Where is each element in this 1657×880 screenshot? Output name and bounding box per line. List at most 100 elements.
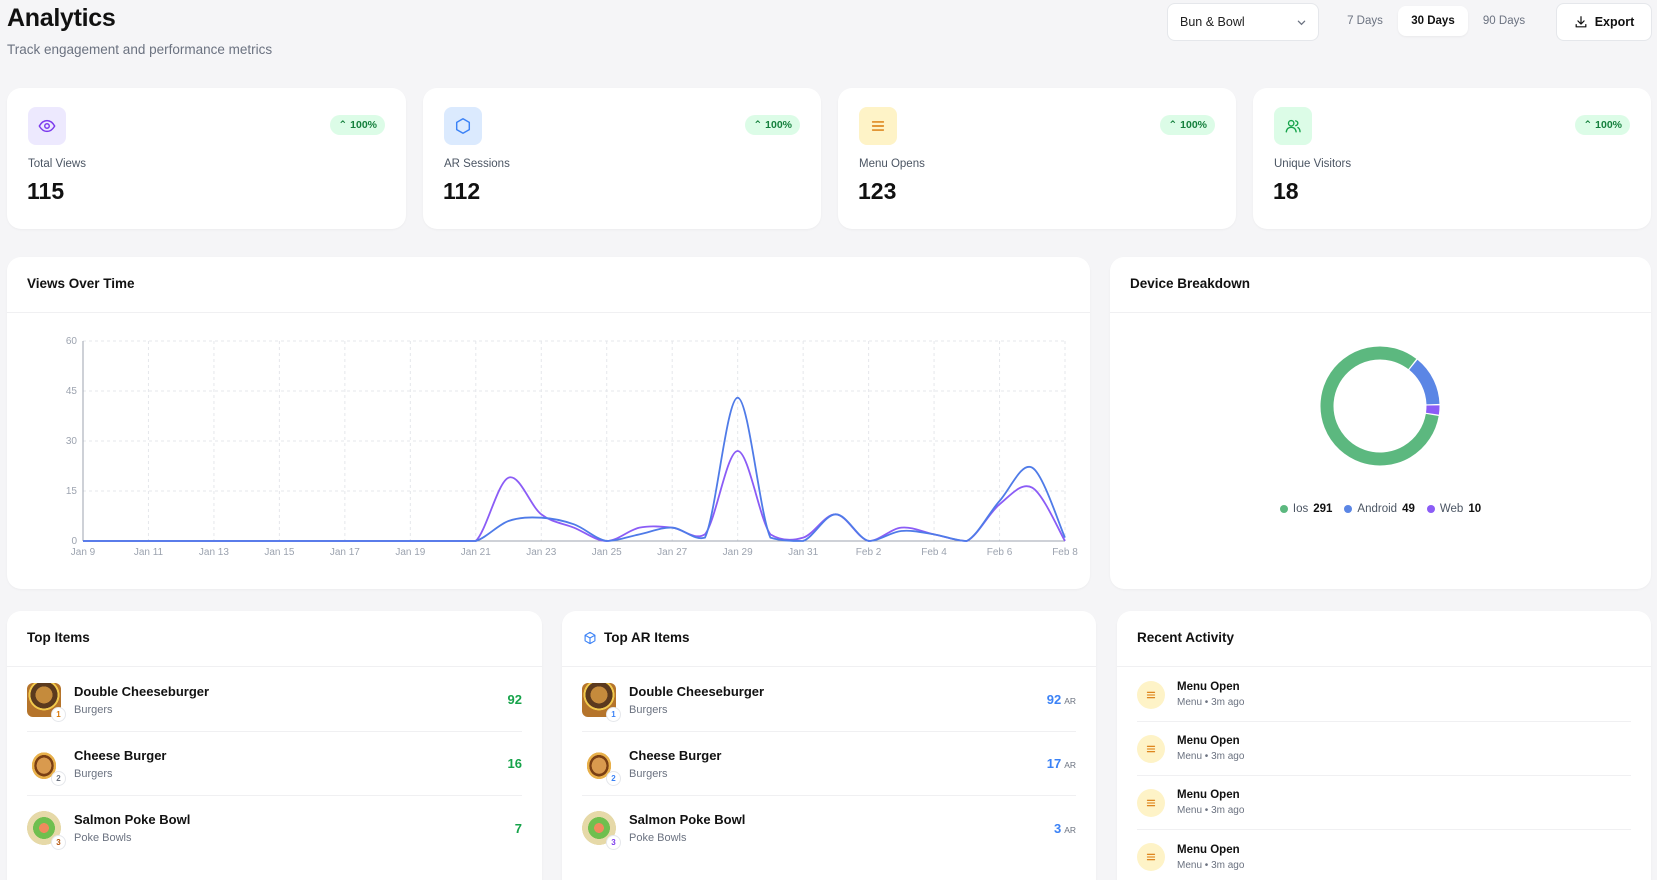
device-chart-title: Device Breakdown: [1130, 276, 1251, 291]
activity-title: Menu Open: [1177, 735, 1240, 747]
top-ar-items-card: Top AR Items 1 Double Cheeseburger Burger…: [562, 611, 1096, 880]
ar-count-value: 17: [1046, 756, 1062, 771]
x-tick-label: Jan 21: [461, 547, 491, 558]
item-count: 92 AR: [1047, 692, 1076, 707]
series-line-1: [83, 396, 1066, 542]
menu-lines-icon: [1137, 680, 1165, 709]
top-ar-item-row[interactable]: 3 Salmon Poke Bowl Poke Bowls 3 AR: [582, 796, 1076, 860]
change-value: 100%: [1180, 119, 1207, 131]
series-line-0: [83, 450, 1066, 542]
stat-card-total-views: ⌃ 100% Total Views 115: [7, 88, 406, 229]
top-ar-item-row[interactable]: 2 Cheese Burger Burgers 17 AR: [582, 732, 1076, 796]
donut-slice-android: [1409, 359, 1440, 405]
venue-select[interactable]: Bun & Bowl: [1167, 3, 1319, 41]
item-name: Cheese Burger: [74, 747, 167, 763]
divider: [7, 666, 542, 667]
item-category: Burgers: [629, 767, 668, 780]
activity-row[interactable]: Menu Open Menu • 3m ago: [1137, 668, 1631, 722]
burger-icon: 2: [582, 746, 620, 785]
activity-row[interactable]: Menu Open Menu • 3m ago: [1137, 830, 1631, 880]
x-tick-label: Feb 8: [1052, 547, 1078, 558]
legend-item-ios: Ios 291: [1279, 503, 1332, 515]
change-value: 100%: [1595, 119, 1622, 131]
activity-subtitle: Menu • 3m ago: [1177, 697, 1245, 708]
rank-badge: 1: [52, 707, 65, 721]
export-button[interactable]: Export: [1556, 3, 1652, 41]
item-category: Poke Bowls: [629, 832, 687, 844]
activity-subtitle: Menu • 3m ago: [1177, 751, 1245, 762]
stat-label: Total Views: [28, 158, 86, 170]
burger-icon: 2: [27, 746, 65, 785]
range-7-days[interactable]: 7 Days: [1337, 6, 1393, 36]
stat-label: Unique Visitors: [1274, 158, 1352, 170]
top-item-row[interactable]: 3 Salmon Poke Bowl Poke Bowls 7: [27, 796, 522, 860]
device-legend: Ios 291 Android 49 Web 10: [1110, 503, 1651, 515]
legend-label: Ios: [1292, 503, 1309, 515]
page-title: Analytics: [7, 4, 116, 32]
activity-subtitle: Menu • 3m ago: [1177, 859, 1245, 871]
rank-badge: 1: [607, 707, 620, 721]
item-count: 7: [514, 820, 522, 836]
item-name: Double Cheeseburger: [629, 683, 765, 699]
item-count: 16: [507, 756, 522, 771]
x-tick-label: Jan 25: [592, 547, 622, 558]
item-category: Poke Bowls: [74, 832, 132, 844]
x-tick-label: Jan 29: [723, 547, 753, 558]
item-name: Salmon Poke Bowl: [74, 812, 191, 827]
change-badge: ⌃ 100%: [1575, 115, 1630, 135]
rank-badge: 3: [607, 836, 620, 849]
change-badge: ⌃ 100%: [1160, 115, 1215, 135]
y-tick-label: 45: [66, 386, 78, 397]
x-tick-label: Feb 4: [921, 547, 947, 558]
top-item-row[interactable]: 2 Cheese Burger Burgers 16: [27, 732, 522, 796]
y-tick-label: 0: [71, 536, 77, 547]
stat-label: Menu Opens: [859, 158, 925, 170]
recent-activity-card: Recent Activity Menu Open Menu • 3m ago M…: [1117, 611, 1651, 880]
y-tick-label: 15: [66, 486, 78, 497]
donut-slice-web: [1425, 405, 1440, 415]
trend-up-icon: ⌃: [338, 119, 348, 131]
item-category: Burgers: [629, 703, 668, 716]
top-ar-item-row[interactable]: 1 Double Cheeseburger Burgers 92 AR: [582, 668, 1076, 732]
stat-card-ar-sessions: ⌃ 100% AR Sessions 112: [423, 88, 821, 229]
ar-count-value: 3: [1053, 820, 1062, 836]
range-30-days[interactable]: 30 Days: [1398, 6, 1468, 36]
trend-up-icon: ⌃: [1168, 119, 1178, 131]
activity-row[interactable]: Menu Open Menu • 3m ago: [1137, 776, 1631, 830]
ar-suffix: AR: [1064, 824, 1076, 835]
ar-count-value: 92: [1046, 692, 1062, 707]
stat-icon-box: [1274, 107, 1312, 145]
top-items-title: Top Items: [27, 630, 90, 645]
legend-value: 49: [1402, 503, 1415, 515]
stat-icon-box: [444, 107, 482, 145]
top-item-row[interactable]: 1 Double Cheeseburger Burgers 92: [27, 668, 522, 732]
ar-suffix: AR: [1064, 760, 1076, 770]
item-category: Burgers: [74, 767, 113, 780]
item-name: Cheese Burger: [629, 747, 722, 763]
y-tick-label: 30: [66, 436, 78, 447]
item-count: 3 AR: [1054, 821, 1076, 836]
burger-icon: 1: [27, 682, 65, 721]
x-tick-label: Jan 9: [71, 547, 96, 558]
legend-value: 10: [1468, 503, 1482, 515]
views-over-time-card: Views Over Time 0 15 30 45 60 Jan 9 Jan 11 Jan …: [7, 257, 1090, 589]
y-tick-label: 60: [66, 336, 78, 347]
item-category: Burgers: [74, 703, 113, 716]
range-90-days[interactable]: 90 Days: [1473, 6, 1535, 36]
venue-select-value: Bun & Bowl: [1180, 15, 1245, 29]
legend-dot: [1279, 505, 1288, 513]
bowl-icon: 3: [582, 811, 620, 849]
views-line-chart: 0 15 30 45 60 Jan 9 Jan 11 Jan 13 Jan 15 Jan 17 Ja…: [66, 336, 1078, 558]
activity-title: Menu Open: [1177, 789, 1240, 801]
stat-value: 18: [1273, 178, 1299, 204]
activity-row[interactable]: Menu Open Menu • 3m ago: [1137, 722, 1631, 776]
export-label: Export: [1594, 15, 1635, 29]
bowl-icon: 3: [27, 811, 65, 849]
recent-activity-title: Recent Activity: [1137, 630, 1235, 645]
x-tick-label: Jan 27: [657, 547, 687, 558]
activity-subtitle: Menu • 3m ago: [1177, 805, 1245, 816]
x-tick-label: Jan 31: [788, 547, 818, 558]
legend-dot: [1344, 505, 1353, 513]
x-tick-label: Jan 19: [395, 547, 425, 558]
stat-card-unique-visitors: ⌃ 100% Unique Visitors 18: [1253, 88, 1651, 229]
